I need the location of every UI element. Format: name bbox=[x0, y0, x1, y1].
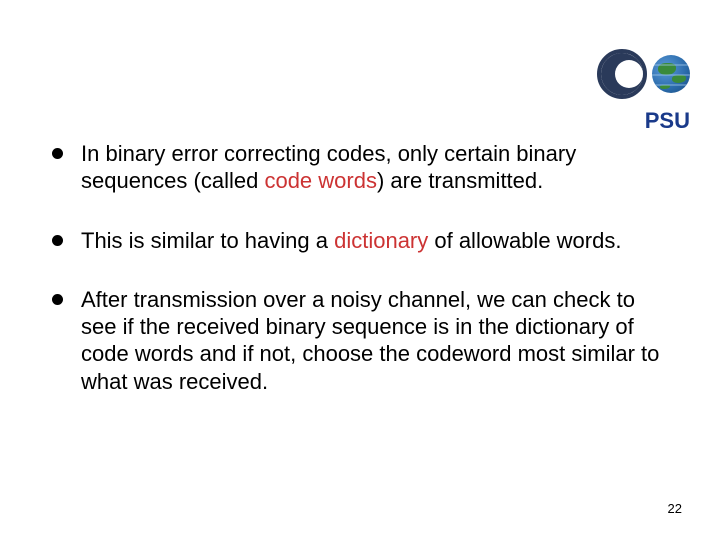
bullet-icon bbox=[52, 235, 63, 246]
list-item: After transmission over a noisy channel,… bbox=[52, 286, 668, 395]
bullet-icon bbox=[52, 294, 63, 305]
list-item: This is similar to having a dictionary o… bbox=[52, 227, 668, 254]
page-number: 22 bbox=[668, 501, 682, 516]
bullet-text: This is similar to having a dictionary o… bbox=[81, 227, 668, 254]
slide: PSU In binary error correcting codes, on… bbox=[0, 0, 720, 540]
list-item: In binary error correcting codes, only c… bbox=[52, 140, 668, 195]
bullet-list: In binary error correcting codes, only c… bbox=[52, 140, 668, 427]
logo-area bbox=[601, 50, 690, 98]
globe-icon bbox=[652, 55, 690, 93]
bullet-text: In binary error correcting codes, only c… bbox=[81, 140, 668, 195]
bullet-text: After transmission over a noisy channel,… bbox=[81, 286, 668, 395]
institution-label: PSU bbox=[645, 108, 690, 134]
crescent-icon bbox=[601, 50, 649, 98]
bullet-icon bbox=[52, 148, 63, 159]
